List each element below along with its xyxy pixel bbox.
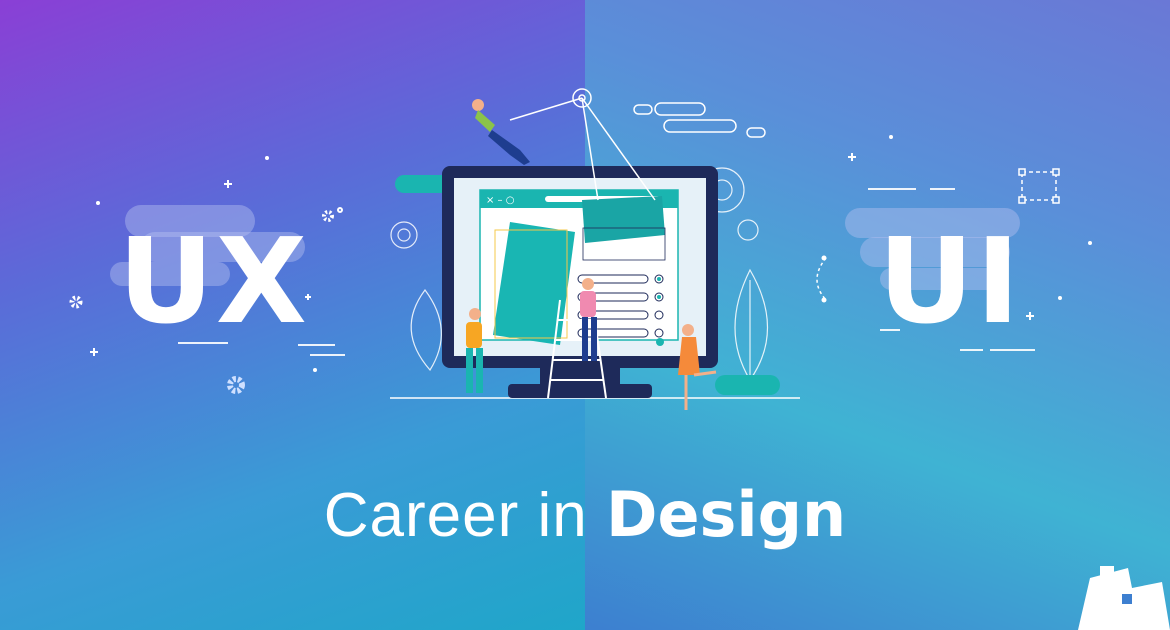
- tagline-light: Career in: [323, 481, 606, 550]
- ux-heading: UX: [118, 212, 309, 350]
- selection-box-icon: [1018, 168, 1060, 204]
- tagline-bold: Design: [606, 478, 847, 551]
- tagline: Career in Design: [0, 478, 1170, 551]
- window-controls: × – ○: [486, 195, 514, 206]
- logo-icon: [1078, 566, 1170, 630]
- ui-heading: UI: [878, 212, 1022, 350]
- monitor: × – ○: [442, 166, 718, 398]
- bezier-icon: [816, 257, 827, 301]
- person-top: [472, 99, 530, 165]
